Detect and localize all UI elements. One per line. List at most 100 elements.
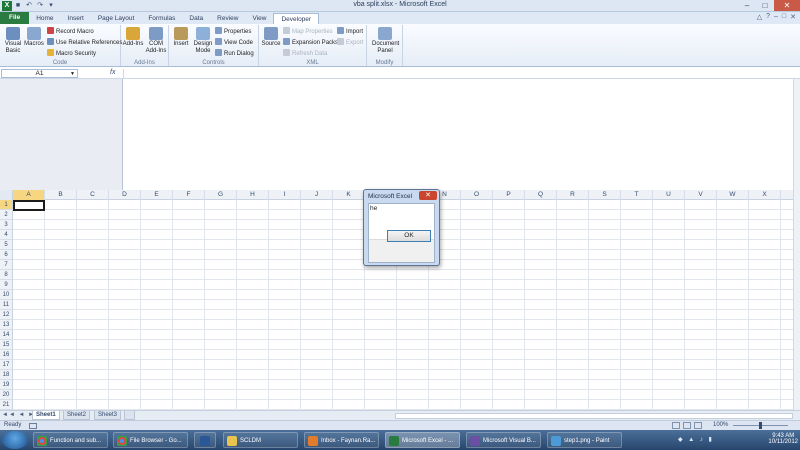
row-header-15[interactable]: 15 — [0, 340, 13, 350]
column-header-j[interactable]: J — [301, 190, 333, 200]
row-header-19[interactable]: 19 — [0, 380, 13, 390]
tab-formulas[interactable]: Formulas — [141, 13, 182, 24]
record-macro-status-icon[interactable] — [29, 423, 37, 429]
refresh-data-button[interactable]: Refresh Data — [283, 49, 327, 59]
taskbar-item-chrome-1[interactable]: Function and sub... — [33, 432, 108, 448]
column-header-p[interactable]: P — [493, 190, 525, 200]
message-box-close-button[interactable]: ✕ — [419, 191, 437, 200]
row-header-10[interactable]: 10 — [0, 290, 13, 300]
expansion-packs-button[interactable]: Expansion Packs — [283, 38, 338, 48]
document-panel-button[interactable]: Document Panel — [372, 27, 399, 55]
normal-view-icon[interactable] — [672, 422, 680, 429]
row-header-7[interactable]: 7 — [0, 260, 13, 270]
row-header-5[interactable]: 5 — [0, 240, 13, 250]
column-header-r[interactable]: R — [557, 190, 589, 200]
start-button[interactable] — [2, 431, 28, 449]
column-header-w[interactable]: W — [717, 190, 749, 200]
row-header-9[interactable]: 9 — [0, 280, 13, 290]
export-button[interactable]: Export — [337, 38, 363, 48]
doc-restore-button[interactable]: □ — [782, 13, 786, 21]
chevron-down-icon[interactable]: ▼ — [70, 70, 75, 78]
insert-sheet-icon[interactable] — [124, 411, 135, 420]
row-header-1[interactable]: 1 — [0, 200, 13, 210]
run-dialog-button[interactable]: Run Dialog — [215, 49, 254, 59]
column-header-d[interactable]: D — [109, 190, 141, 200]
column-header-h[interactable]: H — [237, 190, 269, 200]
taskbar-item-folder[interactable]: SCLDM — [223, 432, 298, 448]
tab-home[interactable]: Home — [29, 13, 60, 24]
clock[interactable]: 9:43 AM 10/11/2012 — [768, 431, 798, 445]
import-button[interactable]: Import — [337, 27, 363, 37]
column-header-s[interactable]: S — [589, 190, 621, 200]
page-layout-view-icon[interactable] — [683, 422, 691, 429]
row-header-21[interactable]: 21 — [0, 400, 13, 410]
insert-control-button[interactable]: Insert — [169, 27, 193, 48]
column-header-q[interactable]: Q — [525, 190, 557, 200]
addins-button[interactable]: Add-Ins — [121, 27, 145, 48]
row-header-20[interactable]: 20 — [0, 390, 13, 400]
row-header-6[interactable]: 6 — [0, 250, 13, 260]
taskbar-item-outlook[interactable]: Inbox - Faynan.Ra... — [304, 432, 379, 448]
sheet-tab-2[interactable]: Sheet2 — [63, 411, 91, 420]
row-header-16[interactable]: 16 — [0, 350, 13, 360]
tab-data[interactable]: Data — [182, 13, 210, 24]
vertical-scrollbar[interactable] — [793, 190, 800, 410]
vertical-scrollbar-top[interactable] — [793, 79, 800, 190]
tab-developer[interactable]: Developer — [273, 13, 320, 24]
column-header-e[interactable]: E — [141, 190, 173, 200]
maximize-button[interactable]: □ — [756, 0, 774, 11]
column-header-x[interactable]: X — [749, 190, 781, 200]
row-header-12[interactable]: 12 — [0, 310, 13, 320]
taskbar-item-word[interactable] — [194, 432, 216, 448]
row-header-4[interactable]: 4 — [0, 230, 13, 240]
map-properties-button[interactable]: Map Properties — [283, 27, 333, 37]
relative-references-button[interactable]: Use Relative References — [47, 38, 122, 48]
source-button[interactable]: Source — [259, 27, 283, 48]
ok-button[interactable]: OK — [387, 230, 431, 242]
name-box[interactable]: A1 ▼ — [1, 69, 78, 78]
row-header-14[interactable]: 14 — [0, 330, 13, 340]
taskbar-item-vba[interactable]: Microsoft Visual B... — [466, 432, 541, 448]
column-header-b[interactable]: B — [45, 190, 77, 200]
taskbar-item-chrome-2[interactable]: File Browser - Go... — [113, 432, 188, 448]
column-header-k[interactable]: K — [333, 190, 365, 200]
tab-review[interactable]: Review — [210, 13, 245, 24]
row-header-8[interactable]: 8 — [0, 270, 13, 280]
minimize-button[interactable]: – — [738, 0, 756, 11]
row-header-18[interactable]: 18 — [0, 370, 13, 380]
page-break-view-icon[interactable] — [694, 422, 702, 429]
column-header-i[interactable]: I — [269, 190, 301, 200]
tab-file[interactable]: File — [0, 12, 30, 24]
column-header-u[interactable]: U — [653, 190, 685, 200]
system-tray-icons[interactable]: ◆ ▲ ♪ ▮ — [678, 436, 714, 443]
row-header-11[interactable]: 11 — [0, 300, 13, 310]
select-all-button[interactable] — [0, 190, 13, 200]
macro-security-button[interactable]: Macro Security — [47, 49, 96, 59]
record-macro-button[interactable]: Record Macro — [47, 27, 94, 37]
help-icon[interactable]: ? — [766, 13, 770, 21]
formula-input[interactable] — [123, 69, 799, 78]
column-header-f[interactable]: F — [173, 190, 205, 200]
column-header-v[interactable]: V — [685, 190, 717, 200]
zoom-slider[interactable] — [733, 422, 788, 429]
sheet-tab-1[interactable]: Sheet1 — [32, 411, 60, 420]
tab-view[interactable]: View — [245, 13, 273, 24]
horizontal-scrollbar[interactable] — [395, 413, 793, 419]
column-header-o[interactable]: O — [461, 190, 493, 200]
tab-insert[interactable]: Insert — [61, 13, 91, 24]
row-header-3[interactable]: 3 — [0, 220, 13, 230]
properties-button[interactable]: Properties — [215, 27, 251, 37]
minimize-ribbon-icon[interactable]: △ — [757, 13, 762, 21]
com-addins-button[interactable]: COM Add-Ins — [144, 27, 168, 55]
sheet-tab-3[interactable]: Sheet3 — [94, 411, 122, 420]
column-header-t[interactable]: T — [621, 190, 653, 200]
doc-minimize-button[interactable]: – — [774, 13, 778, 21]
doc-close-button[interactable]: ✕ — [790, 13, 796, 21]
macros-button[interactable]: Macros — [22, 27, 46, 48]
taskbar-item-paint[interactable]: step1.png - Paint — [547, 432, 622, 448]
tab-page-layout[interactable]: Page Layout — [91, 13, 142, 24]
row-header-17[interactable]: 17 — [0, 360, 13, 370]
column-header-g[interactable]: G — [205, 190, 237, 200]
insert-function-icon[interactable]: fx — [110, 69, 115, 76]
view-code-button[interactable]: View Code — [215, 38, 253, 48]
